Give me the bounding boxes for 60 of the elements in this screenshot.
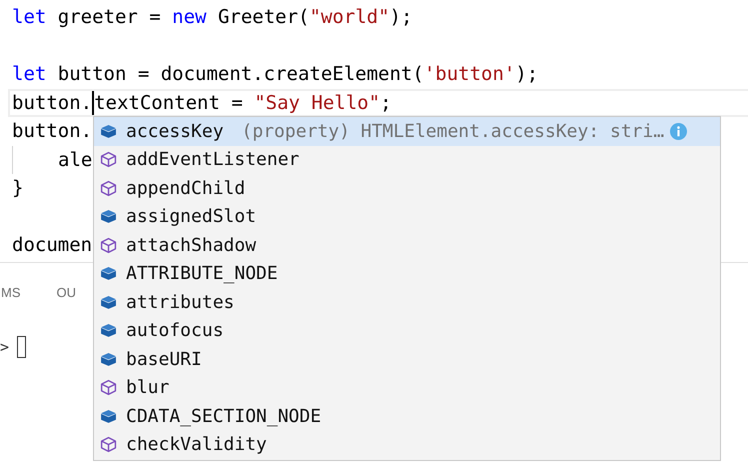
suggestion-label: blur bbox=[126, 377, 170, 398]
suggestion-label: addEventListener bbox=[126, 149, 300, 170]
suggestion-label: CDATA_SECTION_NODE bbox=[126, 406, 322, 427]
panel-tab[interactable]: OU bbox=[56, 283, 76, 302]
suggestion-label: autofocus bbox=[126, 320, 224, 342]
suggestion-label: ATTRIBUTE_NODE bbox=[126, 263, 278, 284]
code-text: "Say Hello" bbox=[254, 90, 380, 115]
suggestion-label: baseURI bbox=[126, 348, 202, 370]
cube-outline-icon bbox=[100, 436, 117, 454]
suggestion-item[interactable]: appendChild bbox=[94, 174, 720, 202]
code-text: 'button' bbox=[424, 63, 516, 85]
code-text: "world" bbox=[309, 6, 390, 28]
code-text: button. bbox=[12, 120, 92, 142]
terminal-cursor bbox=[17, 336, 26, 358]
suggestion-label: accessKey bbox=[126, 120, 224, 142]
code-text: ); bbox=[390, 6, 412, 28]
filled-cube-icon bbox=[100, 408, 117, 425]
code-text: greeter = bbox=[56, 6, 162, 28]
suggestion-label: attachShadow bbox=[126, 234, 256, 256]
cube-outline-icon bbox=[100, 180, 117, 197]
terminal-prompt: > bbox=[0, 338, 10, 356]
suggestion-item[interactable]: addEventListener bbox=[94, 146, 720, 174]
panel-tab[interactable]: MS bbox=[1, 283, 20, 302]
suggestion-item[interactable]: CDATA_SECTION_NODE bbox=[94, 402, 720, 430]
code-text: button = document.createElement( bbox=[56, 63, 424, 85]
suggestion-item[interactable]: checkValidity bbox=[94, 430, 720, 459]
cube-outline-icon bbox=[100, 151, 117, 168]
filled-cube-icon bbox=[100, 208, 117, 226]
suggestion-label: checkValidity bbox=[126, 434, 267, 456]
suggestion-item[interactable]: baseURI bbox=[94, 345, 720, 374]
code-text: ); bbox=[515, 63, 538, 85]
code-text: textContent = bbox=[94, 90, 244, 115]
code-text: } bbox=[12, 177, 24, 199]
suggestion-item[interactable]: blur bbox=[94, 374, 720, 402]
filled-cube-icon bbox=[100, 322, 117, 340]
code-text: button. bbox=[12, 90, 92, 115]
filled-cube-icon bbox=[100, 294, 117, 311]
suggestion-label: assignedSlot bbox=[126, 206, 256, 228]
code-text: new bbox=[172, 6, 206, 28]
code-text: Greeter( bbox=[216, 6, 310, 28]
filled-cube-icon bbox=[100, 350, 117, 368]
suggestion-item[interactable]: autofocus bbox=[94, 316, 720, 345]
code-text: documen bbox=[12, 234, 92, 256]
suggestion-label: appendChild bbox=[126, 178, 246, 199]
filled-cube-icon bbox=[100, 265, 117, 282]
info-icon[interactable] bbox=[670, 122, 688, 140]
cube-outline-icon bbox=[100, 236, 117, 254]
suggestion-item[interactable]: attachShadow bbox=[94, 231, 720, 260]
filled-cube-icon bbox=[100, 122, 117, 140]
code-text: let bbox=[12, 63, 46, 85]
code-text: let bbox=[12, 6, 46, 28]
suggestion-detail: (property) HTMLElement.accessKey: stri… bbox=[242, 120, 664, 142]
code-text: ; bbox=[380, 90, 392, 115]
suggestion-item[interactable]: accessKey (property) HTMLElement.accessKey: stri… bbox=[94, 117, 720, 146]
suggestion-item[interactable]: ATTRIBUTE_NODE bbox=[94, 260, 720, 288]
suggestion-label: attributes bbox=[126, 292, 234, 313]
cube-outline-icon bbox=[100, 379, 117, 396]
suggestion-item[interactable]: attributes bbox=[94, 288, 720, 316]
code-text: ale bbox=[58, 148, 92, 170]
suggestion-item[interactable]: assignedSlot bbox=[94, 202, 720, 231]
